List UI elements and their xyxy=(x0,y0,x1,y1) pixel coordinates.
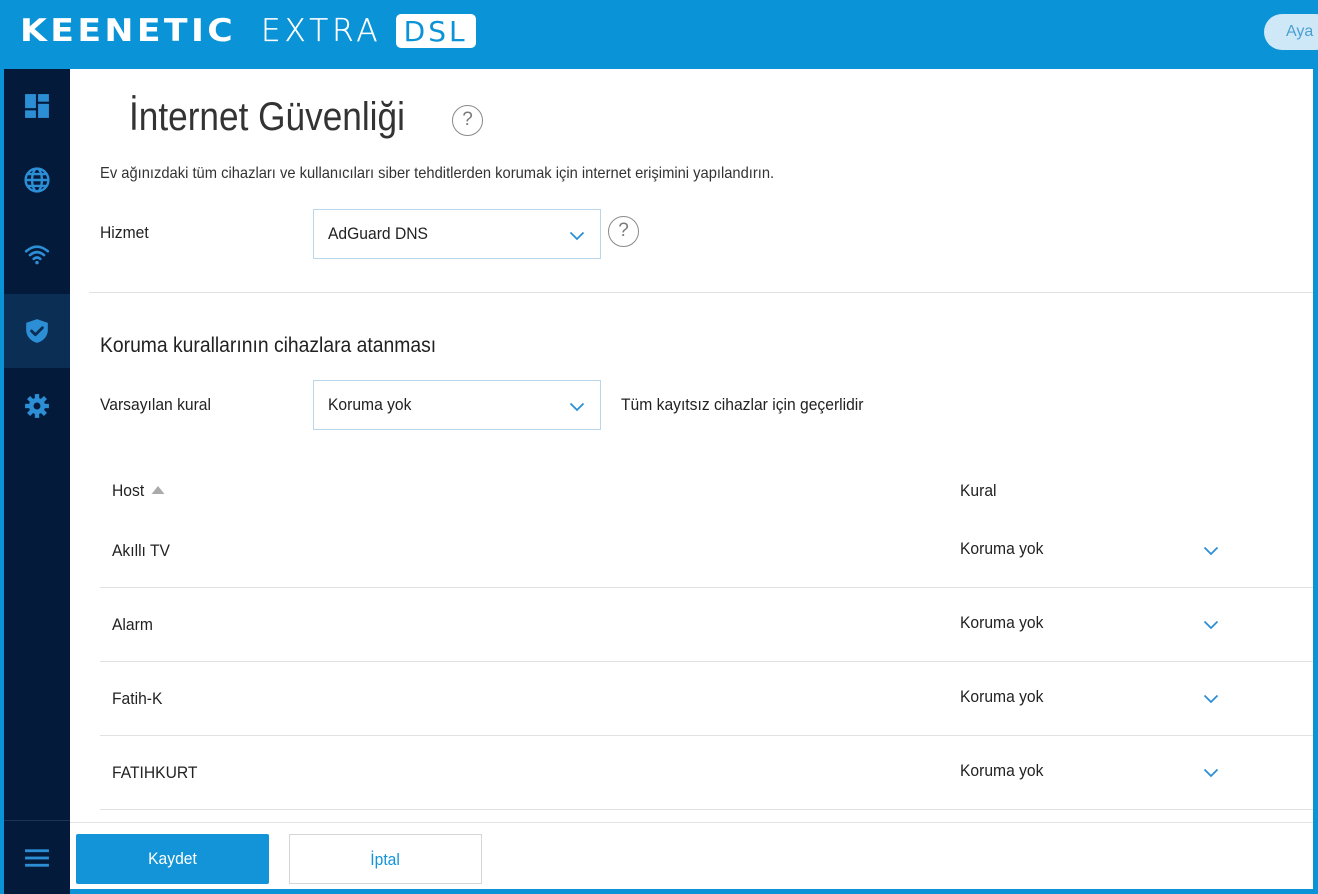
keenetic-logo: KEENETIC EXTRA DSL xyxy=(20,12,476,50)
chevron-down-icon[interactable] xyxy=(1203,546,1219,556)
default-rule-select[interactable]: Koruma yok xyxy=(313,380,601,430)
default-rule-label: Varsayılan kural xyxy=(100,395,211,414)
chevron-down-icon xyxy=(569,402,585,412)
table-row[interactable]: Akıllı TV Koruma yok xyxy=(100,514,1313,588)
page-help-icon[interactable]: ? xyxy=(452,105,483,136)
column-header-rule: Kural xyxy=(960,481,997,500)
page-title: İnternet Güvenliği xyxy=(129,95,405,139)
chevron-down-icon[interactable] xyxy=(1203,768,1219,778)
chevron-down-icon[interactable] xyxy=(1203,620,1219,630)
sidebar-item-dashboard[interactable] xyxy=(4,69,70,143)
row-rule[interactable]: Koruma yok xyxy=(960,613,1043,633)
sidebar-item-security[interactable] xyxy=(4,294,70,368)
table-row[interactable]: Alarm Koruma yok xyxy=(100,588,1313,662)
service-label: Hizmet xyxy=(100,223,149,242)
globe-icon xyxy=(24,167,50,193)
sidebar-item-settings[interactable] xyxy=(4,369,70,443)
service-help-icon[interactable]: ? xyxy=(608,216,639,247)
service-select[interactable]: AdGuard DNS xyxy=(313,209,601,259)
sort-ascending-icon xyxy=(151,486,165,494)
default-rule-select-value: Koruma yok xyxy=(328,395,412,414)
logo-model: EXTRA xyxy=(260,13,382,49)
table-row[interactable]: FATIHKURT Koruma yok xyxy=(100,736,1313,810)
table-row[interactable]: Fatih-K Koruma yok xyxy=(100,662,1313,736)
save-button[interactable]: Kaydet xyxy=(76,834,269,884)
section-divider xyxy=(89,292,1313,293)
default-rule-note: Tüm kayıtsız cihazlar için geçerlidir xyxy=(621,395,864,414)
dashboard-icon xyxy=(25,94,49,118)
sidebar-menu-toggle[interactable] xyxy=(4,821,70,894)
shield-check-icon xyxy=(26,319,48,343)
hamburger-icon xyxy=(25,849,49,867)
row-host: Akıllı TV xyxy=(112,541,170,560)
chevron-down-icon[interactable] xyxy=(1203,694,1219,704)
top-bar: KEENETIC EXTRA DSL Aya xyxy=(0,0,1318,69)
row-host: FATIHKURT xyxy=(112,763,198,782)
logo-brand: KEENETIC xyxy=(20,13,237,49)
service-select-value: AdGuard DNS xyxy=(328,224,428,243)
column-header-host-label: Host xyxy=(112,481,145,500)
page-description: Ev ağınızdaki tüm cihazları ve kullanıcı… xyxy=(100,165,775,182)
sidebar-item-wifi[interactable] xyxy=(4,217,70,291)
cancel-button[interactable]: İptal xyxy=(289,834,482,884)
assignment-section-title: Koruma kurallarının cihazlara atanması xyxy=(100,334,437,357)
wifi-icon xyxy=(24,245,50,265)
sidebar-item-internet[interactable] xyxy=(4,143,70,217)
row-host: Fatih-K xyxy=(112,689,163,708)
gear-icon xyxy=(25,394,49,418)
row-rule[interactable]: Koruma yok xyxy=(960,687,1043,707)
column-header-host[interactable]: Host xyxy=(112,481,165,501)
row-rule[interactable]: Koruma yok xyxy=(960,761,1043,781)
main-content: İnternet Güvenliği ? Ev ağınızdaki tüm c… xyxy=(70,69,1313,822)
action-footer: Kaydet İptal xyxy=(70,822,1313,889)
settings-pill-button[interactable]: Aya xyxy=(1264,14,1318,50)
save-button-label: Kaydet xyxy=(148,849,197,868)
chevron-down-icon xyxy=(569,231,585,241)
logo-model-badge: DSL xyxy=(395,14,476,48)
cancel-button-label: İptal xyxy=(370,850,401,869)
sidebar xyxy=(4,69,70,894)
row-rule[interactable]: Koruma yok xyxy=(960,539,1043,559)
row-host: Alarm xyxy=(112,615,153,634)
